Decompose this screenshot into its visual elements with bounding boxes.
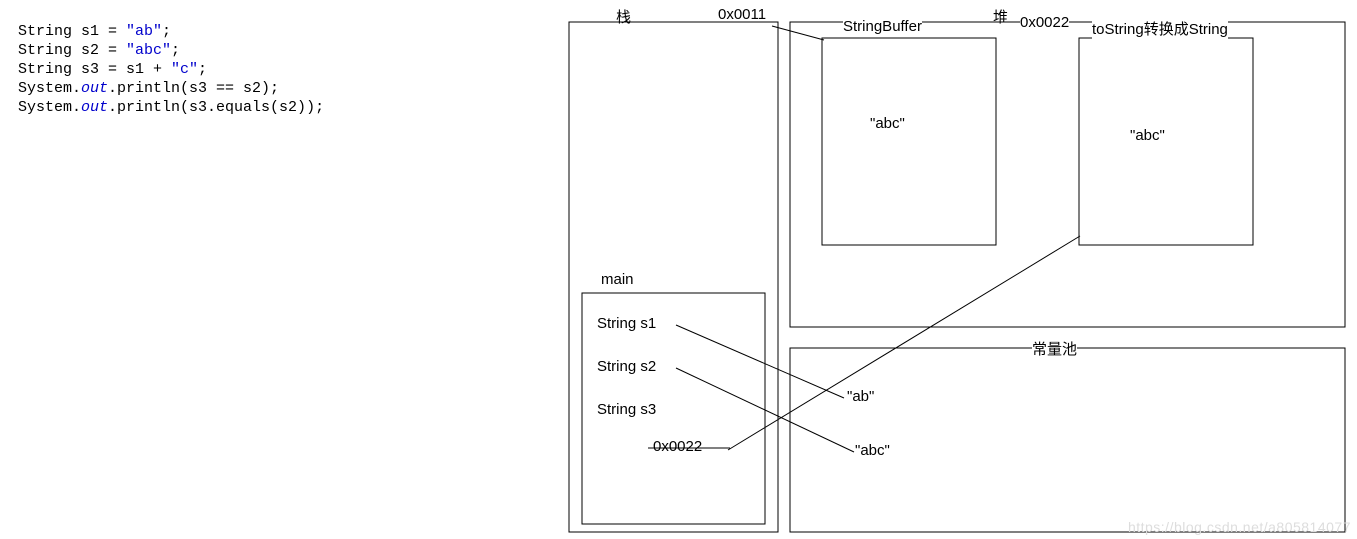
label-addr1: 0x0011 (718, 6, 766, 23)
label-s2: String s2 (597, 358, 656, 375)
watermark: https://blog.csdn.net/a805814077 (1128, 519, 1351, 535)
label-pool-ab: "ab" (847, 388, 874, 405)
label-stringbuffer: StringBuffer (843, 18, 922, 35)
label-s3: String s3 (597, 401, 656, 418)
label-main: main (601, 271, 634, 288)
label-pool-abc: "abc" (855, 442, 890, 459)
label-stack: 栈 (616, 6, 631, 27)
diagram-svg (0, 0, 1357, 539)
label-str-abc: "abc" (1130, 127, 1165, 144)
label-pool: 常量池 (1032, 338, 1077, 359)
label-heap: 堆 (993, 6, 1008, 27)
page: String s1 = "ab"; String s2 = "abc"; Str… (0, 0, 1357, 539)
label-tostring: toString转换成String (1092, 18, 1228, 39)
label-addr2b: 0x0022 (653, 438, 702, 455)
label-addr2: 0x0022 (1020, 14, 1069, 31)
label-sb-abc: "abc" (870, 115, 905, 132)
label-s1: String s1 (597, 315, 656, 332)
